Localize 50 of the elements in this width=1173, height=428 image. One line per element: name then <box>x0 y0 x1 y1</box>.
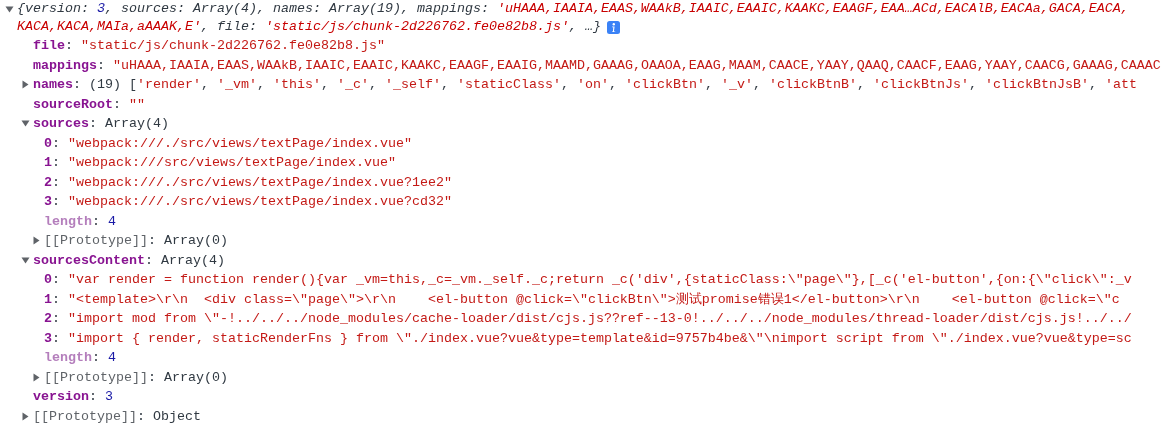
property-key: 1 <box>44 153 52 173</box>
expand-caret-icon[interactable] <box>32 372 41 382</box>
property-value: : "<template>\r\n <div class=\"page\">\r\n <el-button @click=\"clickBtn\">测试promise错误1</el-button>\r\n <el-button @click=\"c <box>52 290 1120 309</box>
property-value: : Array(4) <box>89 115 169 133</box>
property-value: : Array(0) <box>148 368 228 387</box>
property-key: names <box>33 75 73 95</box>
property-value: : Array(0) <box>148 232 228 250</box>
property-key: sourcesContent <box>33 250 145 270</box>
property-key: [[Prototype]] <box>44 231 148 251</box>
property-value: : 3 <box>89 388 113 406</box>
property-key: sourceRoot <box>33 94 113 114</box>
property-value: : 4 <box>92 212 116 231</box>
property-key: 3 <box>44 192 52 212</box>
expand-caret-icon[interactable] <box>21 80 30 90</box>
property-value: : (19) ['render', '_vm', 'this', '_c', '_self', 'staticClass', 'on', 'clickBtn', '_v', 'clickBtnB', 'clickBtnJs', 'clickBtnJsB', 'att <box>73 76 1137 94</box>
property-value: : "" <box>113 95 145 114</box>
property-key: mappings <box>33 55 97 75</box>
property-value: : "import { render, staticRenderFns } from \"./index.vue?vue&type=template&id=9757b4be&\"\nimport script from \"./index.vue?vue&type=sc <box>52 329 1132 348</box>
expand-caret-icon[interactable] <box>32 236 41 246</box>
property-value: : "var render = function render(){var _vm=this,_c=_vm._self._c;return _c('div',{staticClass:\"page\"},[_c('el-button',{on:{\"click\":_v <box>52 271 1132 289</box>
collapse-caret-icon[interactable] <box>21 119 30 129</box>
property-key: 3 <box>44 328 52 348</box>
info-icon[interactable] <box>606 20 620 34</box>
property-key: [[Prototype]] <box>33 406 137 426</box>
property-value: : Array(4) <box>145 251 225 270</box>
property-value: : "import mod from \"-!../../../node_modules/cache-loader/dist/cjs.js??ref--13-0!../../../node_modules/thread-loader/dist/cjs.js!../../ <box>52 310 1132 328</box>
expand-caret-icon[interactable] <box>21 411 30 421</box>
property-key: length <box>44 211 92 231</box>
property-key: 0 <box>44 133 52 153</box>
collapse-caret-icon[interactable] <box>5 5 14 14</box>
property-value: : 4 <box>92 349 116 367</box>
property-value: : "webpack:///./src/views/textPage/index.vue?cd32" <box>52 193 452 211</box>
property-key: 2 <box>44 172 52 192</box>
property-value: : Object <box>137 407 201 426</box>
property-key: 0 <box>44 270 52 290</box>
property-key: [[Prototype]] <box>44 367 148 387</box>
property-key: 1 <box>44 289 52 309</box>
property-value: : "webpack:///src/views/textPage/index.vue" <box>52 154 396 172</box>
property-value: : "webpack:///./src/views/textPage/index.vue?1ee2" <box>52 173 452 192</box>
object-summary-line: KACA,KACA,MAIa,aAAAK,E', file: 'static/js/chunk-2d226762.fe0e82b8.js', …} <box>17 18 601 37</box>
property-value: : "static/js/chunk-2d226762.fe0e82b8.js" <box>65 37 385 55</box>
property-key: 2 <box>44 309 52 329</box>
object-summary-line: {version: 3, sources: Array(4), names: Array(19), mappings: 'uHAAA,IAAIA,EAAS,WAAkB,IAAIC,EAAIC,KAAKC,EAAGF,EAA…ACd,EACAlB,EACAa,GACA,EACA, <box>17 0 1129 19</box>
property-value: : "webpack:///./src/views/textPage/index.vue" <box>52 134 412 153</box>
property-key: version <box>33 387 89 407</box>
property-key: file <box>33 36 65 56</box>
collapse-caret-icon[interactable] <box>21 255 30 265</box>
property-value: : "uHAAA,IAAIA,EAAS,WAAkB,IAAIC,EAAIC,KAAKC,EAAGF,EAAIG,MAAMD,GAAAG,OAAOA,EAAG,MAAM,CAACE,YAAY,QAAQ,CAACF,EAAG,YAAY,CAACG,GAAAG,CAAAC <box>97 56 1161 75</box>
property-key: length <box>44 348 92 368</box>
property-key: sources <box>33 114 89 134</box>
